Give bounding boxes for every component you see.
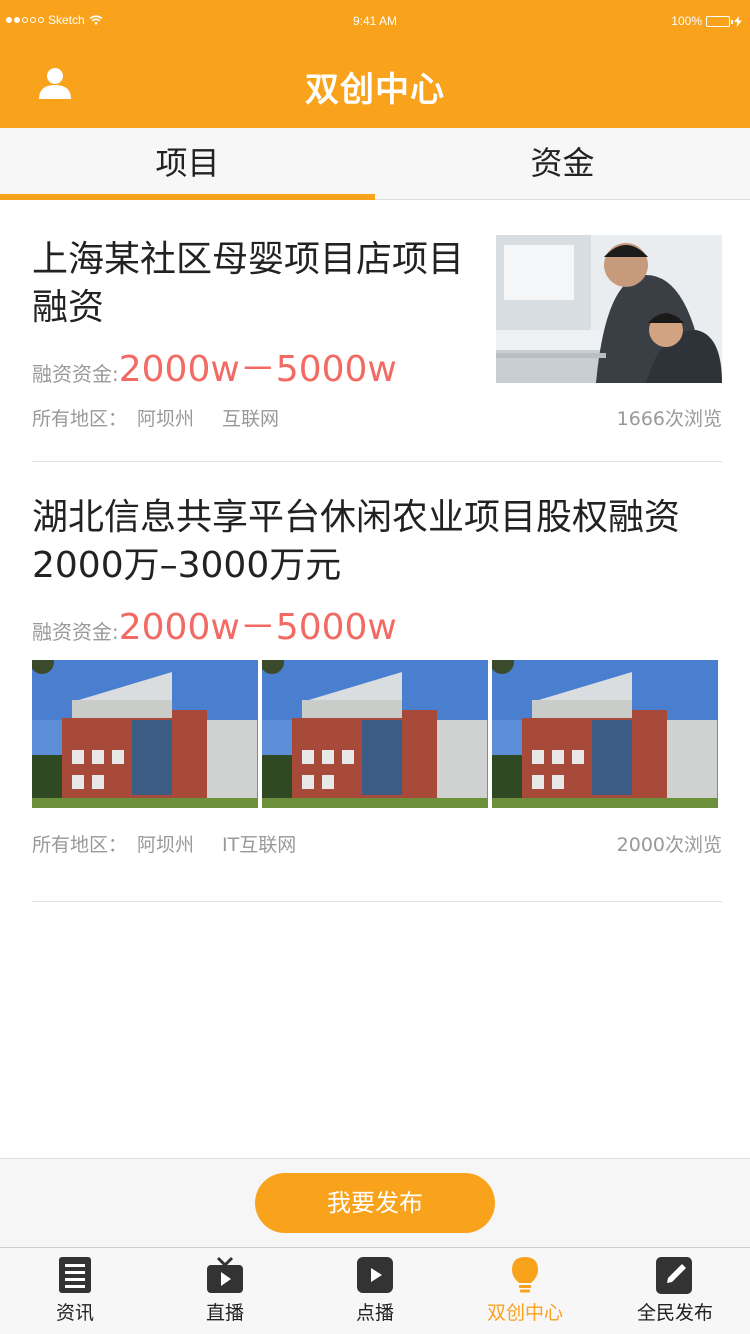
funding-label: 融资资金:	[32, 620, 119, 644]
tabbar-item-live[interactable]: 直播	[150, 1248, 300, 1334]
lightbulb-icon	[512, 1257, 538, 1293]
project-title[interactable]: 上海某社区母婴项目店项目融资	[32, 236, 482, 332]
project-card[interactable]: 湖北信息共享平台休闲农业项目股权融资2000万–3000万元 融资资金:2000…	[32, 462, 722, 902]
region-value: 阿坝州	[137, 408, 195, 430]
tabbar-item-publish[interactable]: 全民发布	[600, 1248, 750, 1334]
tabbar-label: 点播	[355, 1302, 394, 1324]
project-gallery	[32, 660, 718, 808]
live-tv-icon	[207, 1256, 243, 1293]
tabbar-label: 直播	[205, 1302, 244, 1324]
navigation-header: Sketch 9:41 AM 100% 双创中心	[0, 0, 750, 128]
funding-amount: 融资资金:2000w－5000w	[32, 598, 397, 650]
status-time: 9:41 AM	[352, 14, 398, 28]
charging-icon	[734, 15, 742, 27]
project-photo[interactable]	[492, 660, 718, 808]
funding-label: 融资资金:	[32, 362, 119, 386]
region-label: 所有地区：	[32, 834, 128, 856]
project-feed: 上海某社区母婴项目店项目融资 融资资金:2000w－5000w 所有地区： 阿坝…	[32, 200, 722, 902]
tabbar-label: 全民发布	[636, 1302, 713, 1324]
tabbar-item-news[interactable]: 资讯	[0, 1248, 150, 1334]
battery-icon	[706, 15, 733, 27]
status-bar: Sketch 9:41 AM 100%	[0, 0, 750, 40]
tabbar-label: 双创中心	[486, 1302, 563, 1324]
tab-projects[interactable]: 项目	[0, 128, 375, 200]
bottom-tab-bar: 资讯 直播 点播 双创中心 全民发布	[0, 1247, 750, 1334]
view-count: 1666次浏览	[616, 408, 722, 430]
publish-bar: 我要发布	[0, 1158, 750, 1248]
tabbar-item-innovation-center[interactable]: 双创中心	[450, 1248, 600, 1334]
project-title[interactable]: 湖北信息共享平台休闲农业项目股权融资2000万–3000万元	[32, 494, 722, 590]
funding-amount: 融资资金:2000w－5000w	[32, 340, 397, 392]
edit-icon	[656, 1257, 692, 1294]
play-icon	[357, 1257, 393, 1293]
category-tag: 互联网	[222, 408, 280, 430]
battery-percent: 100%	[671, 14, 702, 28]
tabbar-label: 资讯	[55, 1302, 94, 1324]
project-photo[interactable]	[32, 660, 258, 808]
region-value: 阿坝州	[137, 834, 195, 856]
project-photo[interactable]	[262, 660, 488, 808]
tabbar-item-vod[interactable]: 点播	[300, 1248, 450, 1334]
segment-tabs: 项目 资金	[0, 128, 750, 200]
tab-funds[interactable]: 资金	[375, 128, 750, 199]
project-thumbnail[interactable]	[496, 235, 722, 383]
region-label: 所有地区：	[32, 408, 128, 430]
funding-value: 2000w－5000w	[118, 349, 397, 390]
category-tag: IT互联网	[222, 834, 297, 856]
project-meta: 所有地区： 阿坝州 IT互联网 2000次浏览	[32, 830, 722, 857]
battery-status: 100%	[671, 14, 742, 28]
publish-button[interactable]: 我要发布	[255, 1173, 495, 1233]
page-title: 双创中心	[305, 70, 445, 110]
project-card[interactable]: 上海某社区母婴项目店项目融资 融资资金:2000w－5000w 所有地区： 阿坝…	[32, 200, 722, 462]
news-icon	[59, 1257, 91, 1293]
funding-value: 2000w－5000w	[118, 607, 397, 648]
project-meta: 所有地区： 阿坝州 互联网 1666次浏览	[32, 404, 722, 431]
view-count: 2000次浏览	[616, 834, 722, 856]
